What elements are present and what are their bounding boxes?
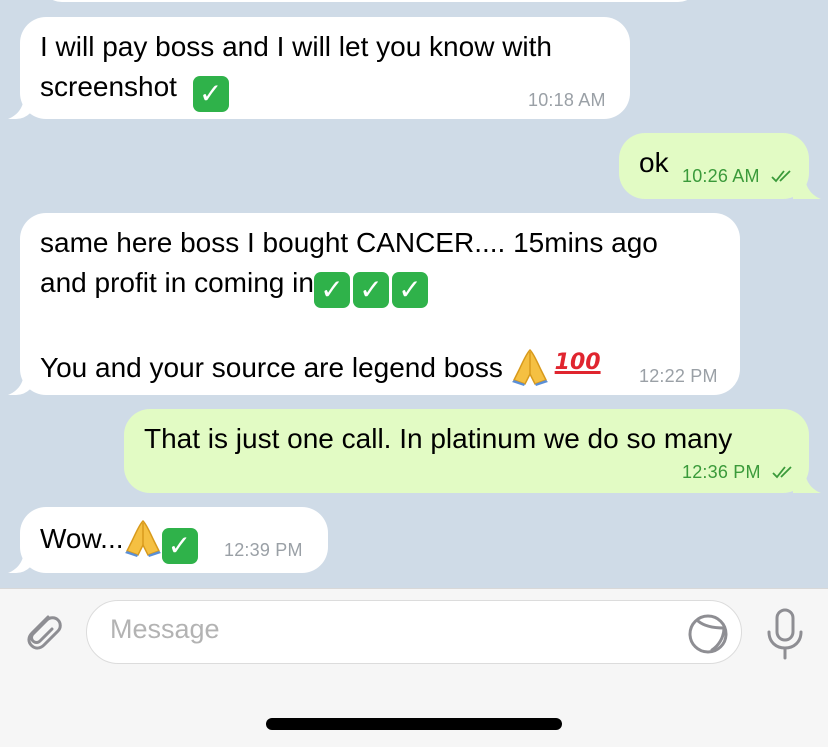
message-text-row: and profit in coming in ✓ ✓ ✓ (40, 263, 431, 308)
paperclip-icon[interactable] (18, 605, 66, 653)
message-text-row: screenshot ✓ (40, 67, 232, 112)
message-timestamp: 10:18 AM (528, 90, 606, 110)
folded-hands-emoji (511, 348, 548, 386)
check-mark-button-emoji: ✓ (391, 272, 428, 308)
folded-hands-emoji (124, 519, 161, 557)
chat-history[interactable]: I will pay boss and I will let you know … (0, 0, 828, 588)
message-bubble-outgoing[interactable]: That is just one call. In platinum we do… (124, 409, 809, 493)
double-check-read-icon (772, 466, 792, 479)
message-timestamp-row: 10:26 AM (682, 166, 795, 186)
check-mark-button-emoji: ✓ (161, 528, 198, 564)
microphone-icon[interactable] (762, 606, 808, 662)
message-text: That is just one call. In platinum we do… (144, 423, 733, 454)
message-text-line: and profit in coming in (40, 267, 314, 298)
check-mark-button-emoji: ✓ (352, 272, 389, 308)
message-text-line: You and your source are legend boss (40, 352, 503, 383)
message-bubble-incoming[interactable]: I will pay boss and I will let you know … (20, 17, 630, 119)
message-text-line: I will pay boss and I will let you know … (40, 31, 552, 62)
message-text-line: same here boss I bought CANCER.... 15min… (40, 227, 658, 258)
message-timestamp: 12:36 PM (682, 462, 761, 482)
message-input-placeholder: Message (110, 614, 220, 644)
message-text: Wow... (40, 523, 124, 554)
message-text: ok (639, 147, 669, 178)
check-mark-button-emoji: ✓ (192, 76, 229, 112)
sticker-icon[interactable] (686, 612, 730, 656)
message-timestamp: 12:22 PM (639, 366, 718, 386)
check-mark-button-emoji: ✓ (313, 272, 350, 308)
hundred-points-emoji: 100 (554, 350, 601, 375)
message-text-row: Wow... ✓ (40, 517, 201, 564)
message-text-line: screenshot (40, 71, 177, 102)
previous-message-bubble-edge (40, 0, 700, 2)
message-timestamp: 12:39 PM (224, 540, 303, 560)
message-timestamp-row: 12:36 PM (682, 462, 796, 482)
home-indicator (266, 718, 562, 730)
message-bubble-outgoing[interactable]: ok 10:26 AM (619, 133, 809, 199)
message-bubble-incoming[interactable]: Wow... ✓ 12:39 PM (20, 507, 328, 573)
message-timestamp: 10:26 AM (682, 166, 760, 186)
message-text-row: You and your source are legend boss 100 (40, 343, 601, 388)
message-bubble-incoming[interactable]: same here boss I bought CANCER.... 15min… (20, 213, 740, 395)
double-check-read-icon (771, 170, 791, 183)
